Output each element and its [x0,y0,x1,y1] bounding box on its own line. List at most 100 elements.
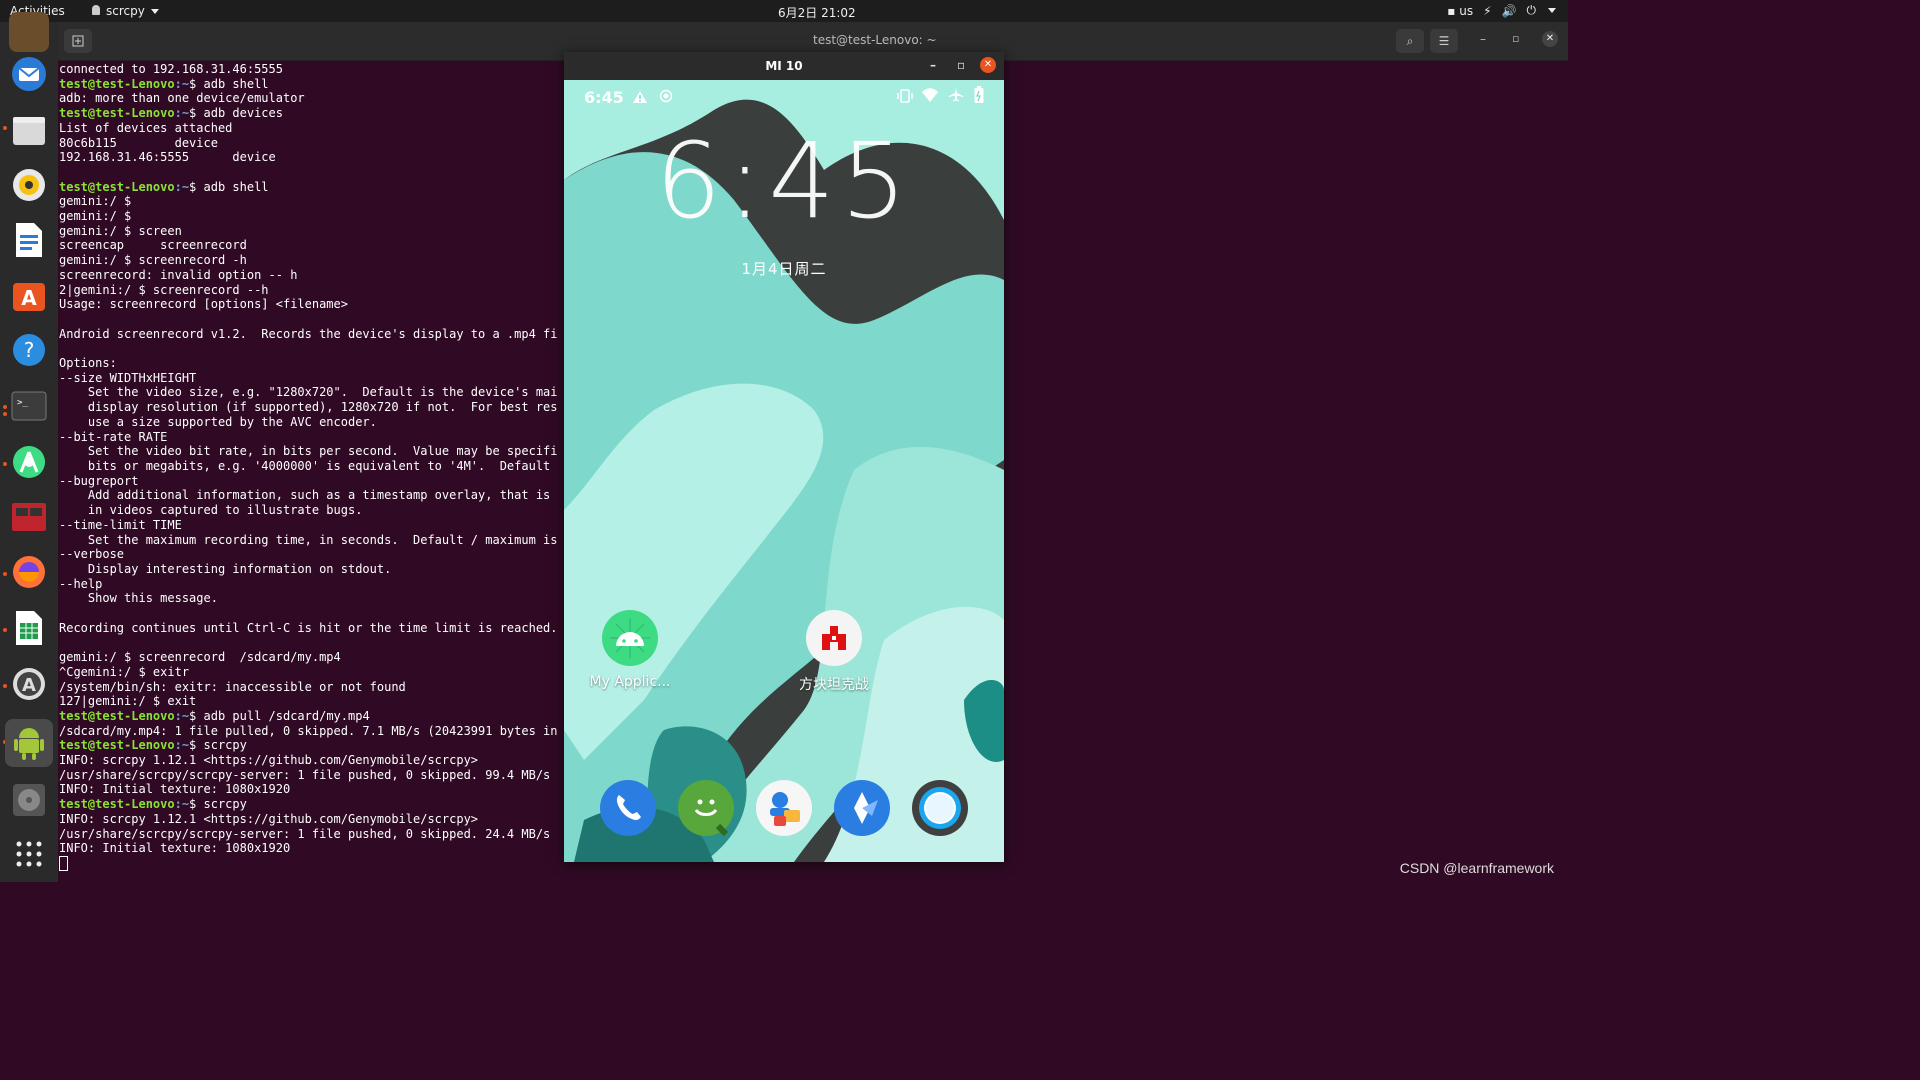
power-icon: ⏻ [1526,3,1537,17]
text-cursor [59,855,68,871]
close-button[interactable]: ✕ [1542,31,1558,47]
app-grid-icon[interactable] [9,834,49,874]
svg-text:A: A [22,675,36,696]
firefox-icon[interactable] [9,552,49,592]
new-tab-button[interactable] [64,29,92,53]
android-studio-icon[interactable] [9,442,49,482]
terminal-output-line: --help [59,576,103,591]
terminal-output-line: INFO: scrcpy 1.12.1 <https://github.com/… [59,753,479,768]
menu-button[interactable]: ☰ [1430,29,1458,53]
running-indicator [3,628,7,632]
maximize-button[interactable]: ▫ [957,58,965,72]
terminal-prompt-line: test@test-Lenovo:~$ adb shell [59,180,569,195]
prompt-path: :~ [174,179,190,194]
terminal-output-line: /usr/share/scrcpy/scrcpy-server: 1 file … [59,767,551,782]
camera-icon[interactable] [912,780,968,836]
terminal-output-line: --size WIDTHxHEIGHT [59,370,197,385]
lockscreen-clock: 6:45 [655,120,913,242]
vibrate-icon [897,89,913,103]
record-icon [659,89,673,103]
keyboard-layout-label: us [1459,3,1474,18]
volume-icon: 🔊 [1501,3,1517,18]
terminal-prompt-line: test@test-Lenovo:~$ adb devices [59,106,569,121]
terminal-title: test@test-Lenovo: ~ [813,33,937,47]
svg-text:A: A [21,286,37,310]
terminal-output-line: INFO: Initial texture: 1080x1920 [59,841,291,856]
terminal-output-line: --bugreport [59,473,139,488]
terminal-output-line: 192.168.31.46:5555 device [59,150,276,165]
terminal-output-line: screencap screenrecord [59,238,247,253]
search-icon: ⌕ [1406,33,1414,48]
dock: A ? >_ A [0,12,58,882]
terminal-output-line: gemini:/ $ screenrecord /sdcard/my.mp4 [59,650,341,665]
terminal-output-line: List of devices attached [59,120,233,135]
terminal-output-line: INFO: Initial texture: 1080x1920 [59,782,291,797]
terminal-icon[interactable]: >_ [9,386,49,426]
svg-text:>_: >_ [17,398,28,408]
prompt-command: $ scrcpy [189,738,247,753]
terminal-output-line: /sdcard/my.mp4: 1 file pulled, 0 skipped… [59,723,558,738]
scrcpy-android-icon[interactable] [5,719,53,767]
terminal-output-line: INFO: scrcpy 1.12.1 <https://github.com/… [59,811,479,826]
terminal-output[interactable]: connected to 192.168.31.46:5555 test@test… [59,62,569,882]
rhythmbox-icon[interactable] [9,165,49,205]
svg-text:?: ? [24,338,35,362]
terminal-output-line: --time-limit TIME [59,517,182,532]
thunderbird-icon[interactable] [9,54,49,94]
warning-icon [633,91,647,103]
terminal-output-line: gemini:/ $ screen [59,223,182,238]
prompt-path: :~ [174,708,190,723]
terminal-prompt-line: test@test-Lenovo:~$ adb pull /sdcard/my.… [59,709,569,724]
software-store-icon[interactable]: A [9,275,49,315]
phone-screen[interactable]: 6:45 6:45 1月4日周二 My Applic... 方块坦克战 [564,80,1004,862]
phone-icon[interactable] [600,780,656,836]
system-tray[interactable]: ▪ us ⚡ 🔊 ⏻ [1447,3,1556,18]
screen-app-icon[interactable] [9,497,49,537]
terminal-output-line: adb: more than one device/emulator [59,91,305,106]
battery-icon [974,86,984,103]
browser-icon[interactable] [834,780,890,836]
app-shortcut-tank-game[interactable]: 方块坦克战 [786,610,882,694]
new-tab-icon [72,35,84,47]
close-button[interactable]: ✕ [980,57,996,73]
maximize-button[interactable]: ▫ [1512,32,1519,45]
terminal-output-line: 80c6b115 device [59,135,218,150]
android-app-icon [602,610,658,666]
terminal-cursor-line[interactable] [59,855,569,873]
prompt-user: test@test-Lenovo [59,76,175,91]
prompt-command: $ scrcpy [189,797,247,812]
dock-app-partial[interactable] [9,12,49,52]
calc-icon[interactable] [9,608,49,648]
terminal-output-line: Set the video size, e.g. "1280x720". Def… [59,385,558,400]
clock[interactable]: 6月2日 21:02 [778,4,856,21]
running-indicator [3,684,7,688]
contacts-icon[interactable] [756,780,812,836]
files-icon[interactable] [9,110,49,150]
terminal-output-line: connected to 192.168.31.46:5555 [59,62,283,76]
terminal-output-line: Options: [59,356,117,371]
messages-icon[interactable] [678,780,734,836]
terminal-prompt-line: test@test-Lenovo:~$ scrcpy [59,797,569,812]
prompt-user: test@test-Lenovo [59,179,175,194]
software-updater-icon[interactable]: A [9,664,49,704]
app-shortcut-my-application[interactable]: My Applic... [582,610,678,690]
android-icon [92,5,100,15]
search-button[interactable]: ⌕ [1396,29,1424,53]
writer-icon[interactable] [9,220,49,260]
app-label: My Applic... [589,674,671,690]
terminal-output-line: Usage: screenrecord [options] <filename> [59,297,348,312]
prompt-user: test@test-Lenovo [59,106,175,121]
terminal-output-line: Android screenrecord v1.2. Records the d… [59,326,558,341]
disc-icon[interactable] [9,780,49,820]
minimize-button[interactable]: – [1480,32,1486,46]
running-indicator [3,412,7,416]
terminal-output-line: gemini:/ $ screenrecord -h [59,253,247,268]
terminal-output-line: Set the video bit rate, in bits per seco… [59,444,558,459]
app-menu[interactable]: scrcpy [90,4,159,18]
chevron-down-icon [150,8,159,14]
terminal-output-line: Show this message. [59,591,218,606]
help-icon[interactable]: ? [9,330,49,370]
minimize-button[interactable]: – [930,58,936,72]
